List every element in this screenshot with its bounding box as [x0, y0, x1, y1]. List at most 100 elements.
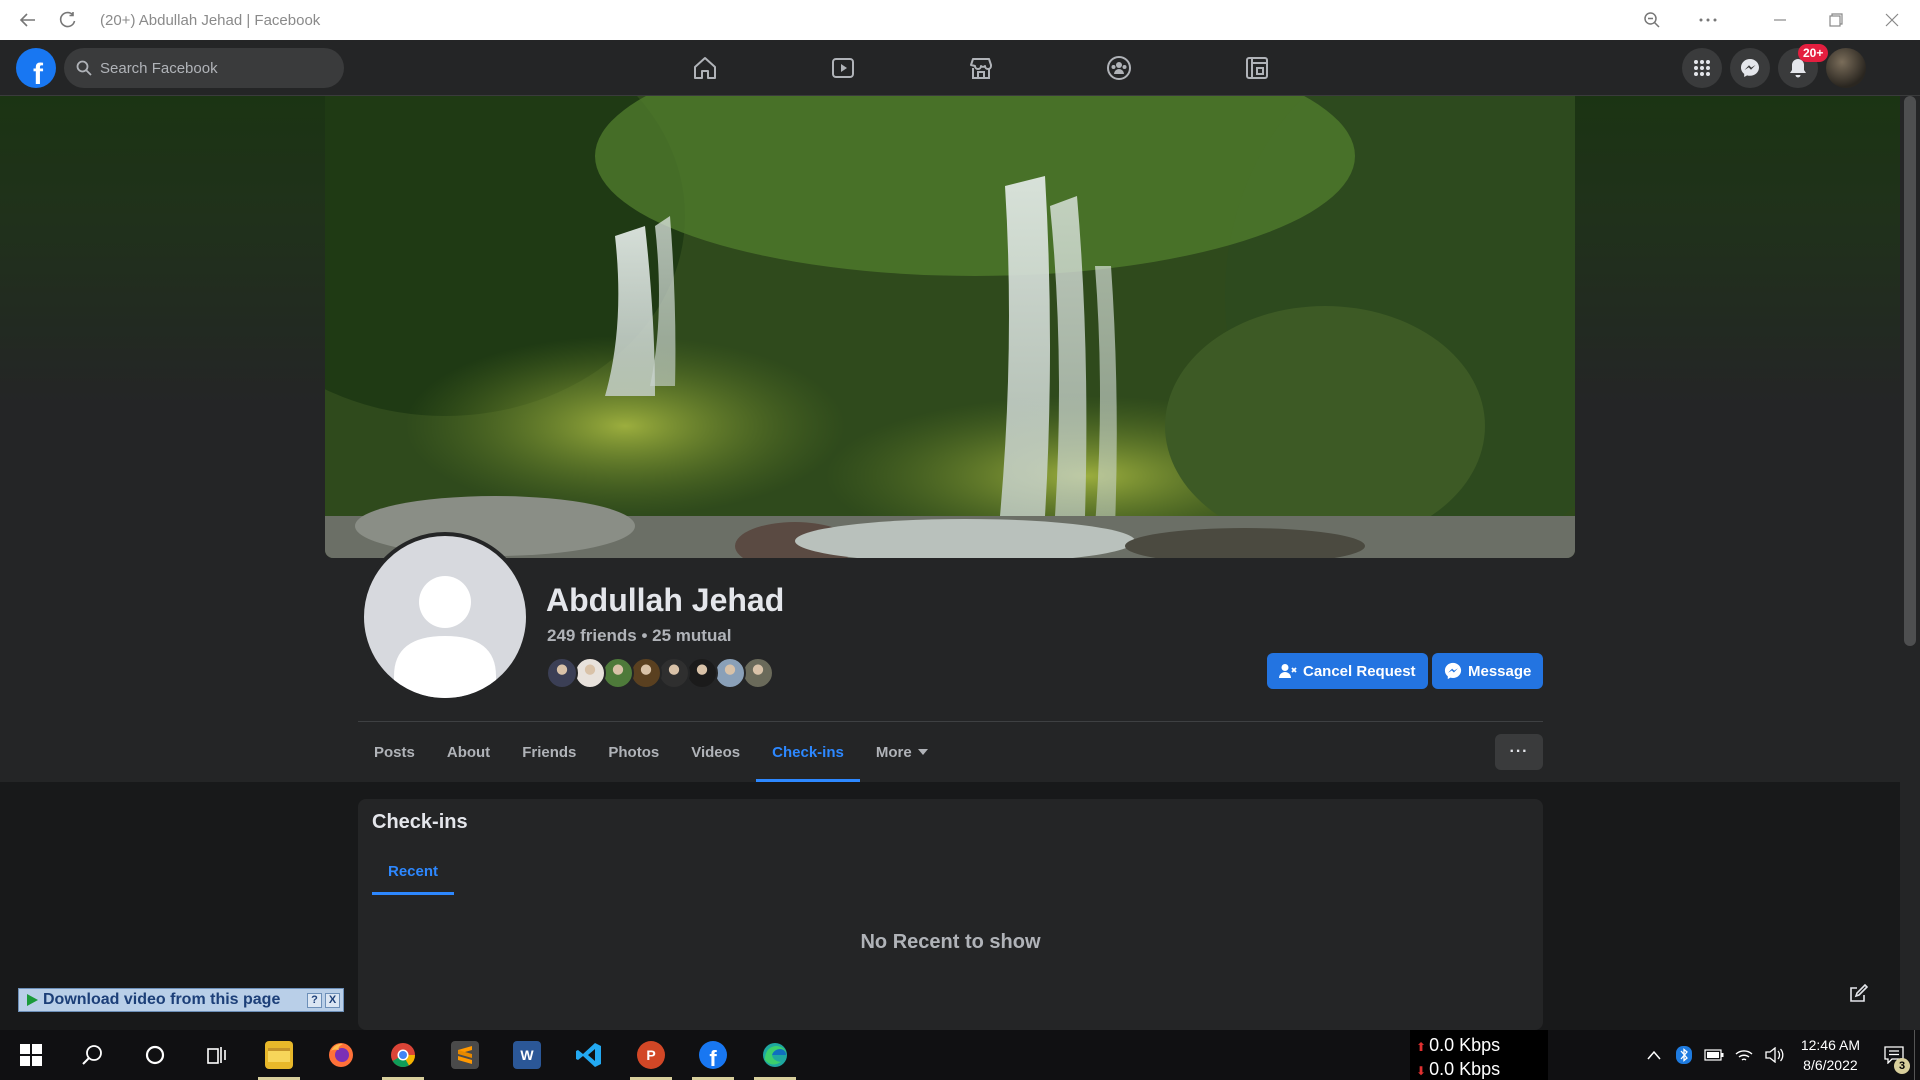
vscode-icon[interactable]: [558, 1030, 620, 1080]
extension-close-button[interactable]: X: [325, 992, 340, 1008]
mutual-friend-avatar[interactable]: [658, 657, 690, 689]
net-download-value: 0.0 Kbps: [1429, 1059, 1501, 1079]
new-message-compose-icon[interactable]: [1838, 974, 1878, 1014]
scrollbar-thumb[interactable]: [1904, 96, 1916, 646]
download-arrow-icon: ⬇: [1416, 1064, 1427, 1078]
tab-check-ins[interactable]: Check-ins: [756, 722, 860, 782]
facebook-logo-letter: f: [33, 58, 43, 88]
network-speed-widget: ⬆ 0.0 Kbps ⬇ 0.0 Kbps: [1410, 1030, 1548, 1080]
tab-more[interactable]: More: [860, 722, 944, 782]
empty-state-message: No Recent to show: [860, 931, 1041, 953]
battery-icon[interactable]: [1699, 1049, 1729, 1061]
nav-right-actions: 20+: [1682, 44, 1866, 88]
facebook-icon[interactable]: f: [682, 1030, 744, 1080]
gaming-icon[interactable]: [1188, 40, 1326, 96]
task-view-icon[interactable]: [186, 1030, 248, 1080]
messenger-icon[interactable]: [1730, 48, 1770, 88]
play-arrow-icon: [27, 994, 38, 1006]
powerpoint-icon[interactable]: P: [620, 1030, 682, 1080]
cover-photo[interactable]: [325, 96, 1575, 558]
tab-about[interactable]: About: [431, 722, 506, 782]
net-upload: ⬆ 0.0 Kbps: [1416, 1034, 1548, 1058]
check-ins-panel: Check-ins Recent No Recent to show: [358, 799, 1543, 1030]
marketplace-icon[interactable]: [912, 40, 1050, 96]
mutual-friend-avatar[interactable]: [630, 657, 662, 689]
sublime-text-icon[interactable]: [434, 1030, 496, 1080]
mutual-friend-avatar[interactable]: [742, 657, 774, 689]
wifi-icon[interactable]: [1729, 1047, 1759, 1063]
mutual-friend-avatar[interactable]: [714, 657, 746, 689]
mutual-friend-avatar[interactable]: [574, 657, 606, 689]
edge-icon[interactable]: [744, 1030, 806, 1080]
tab-more-label: More: [875, 743, 912, 761]
windows-taskbar: W P f: [0, 1030, 1920, 1080]
facebook-navbar: f 20+: [0, 40, 1920, 96]
search-input[interactable]: [100, 59, 320, 77]
mutual-friend-avatars: [546, 657, 774, 689]
account-avatar[interactable]: [1826, 48, 1866, 88]
nav-tabs: [636, 40, 1326, 96]
menu-grid-icon[interactable]: [1682, 48, 1722, 88]
bell-icon[interactable]: 20+: [1778, 44, 1829, 88]
mutual-friend-avatar[interactable]: [546, 657, 578, 689]
profile-picture[interactable]: [360, 532, 530, 702]
friends-count[interactable]: 249 friends • 25 mutual: [547, 626, 732, 646]
message-label: Message: [1468, 662, 1532, 680]
tab-friends[interactable]: Friends: [506, 722, 592, 782]
chevron-up-icon[interactable]: [1639, 1050, 1669, 1060]
action-center-icon[interactable]: 3: [1874, 1030, 1914, 1080]
system-clock[interactable]: 12:46 AM 8/6/2022: [1801, 1035, 1860, 1075]
mutual-friend-avatar[interactable]: [686, 657, 718, 689]
volume-icon[interactable]: [1759, 1047, 1789, 1063]
subtab-recent[interactable]: Recent: [372, 851, 454, 895]
download-video-button[interactable]: Download video from this page: [19, 991, 307, 1009]
restore-icon[interactable]: [1808, 0, 1864, 40]
chrome-icon[interactable]: [372, 1030, 434, 1080]
system-tray: 12:46 AM 8/6/2022 3: [1639, 1030, 1920, 1080]
action-center-count: 3: [1894, 1058, 1910, 1074]
tab-photos[interactable]: Photos: [592, 722, 675, 782]
mutual-friend-avatar[interactable]: [602, 657, 634, 689]
search-icon: [76, 60, 92, 76]
zoom-icon[interactable]: [1624, 0, 1680, 40]
close-icon[interactable]: [1864, 0, 1920, 40]
tab-posts[interactable]: Posts: [358, 722, 431, 782]
watch-icon[interactable]: [774, 40, 912, 96]
cancel-request-button[interactable]: Cancel Request: [1267, 653, 1428, 689]
tab-videos[interactable]: Videos: [675, 722, 756, 782]
upload-arrow-icon: ⬆: [1416, 1040, 1427, 1054]
clock-time: 12:46 AM: [1800, 1037, 1860, 1053]
net-upload-value: 0.0 Kbps: [1429, 1035, 1501, 1055]
message-button[interactable]: Message: [1432, 653, 1544, 689]
show-desktop-button[interactable]: [1914, 1030, 1920, 1080]
minimize-icon[interactable]: [1752, 0, 1808, 40]
download-video-label: Download video from this page: [43, 991, 281, 1008]
clock-date: 8/6/2022: [1803, 1057, 1858, 1073]
back-icon[interactable]: [8, 0, 48, 40]
cortana-icon[interactable]: [124, 1030, 186, 1080]
caret-down-icon: [917, 749, 928, 755]
refresh-icon[interactable]: [48, 0, 88, 40]
profile-tabs: Posts About Friends Photos Videos Check-…: [358, 722, 944, 782]
more-icon[interactable]: [1680, 0, 1736, 40]
groups-icon[interactable]: [1050, 40, 1188, 96]
word-icon[interactable]: W: [496, 1030, 558, 1080]
profile-name: Abdullah Jehad: [546, 582, 785, 618]
search-icon[interactable]: [62, 1030, 124, 1080]
profile-more-options-button[interactable]: ···: [1495, 734, 1543, 770]
windows-start-icon[interactable]: [0, 1030, 62, 1080]
browser-page-title: (20+) Abdullah Jehad | Facebook: [100, 11, 321, 29]
file-explorer-icon[interactable]: [248, 1030, 310, 1080]
firefox-icon[interactable]: [310, 1030, 372, 1080]
bluetooth-icon[interactable]: [1669, 1046, 1699, 1064]
search-box[interactable]: [64, 48, 344, 88]
facebook-logo[interactable]: f: [16, 48, 56, 88]
extension-help-button[interactable]: ?: [307, 992, 322, 1008]
page-scrollbar[interactable]: [1900, 96, 1920, 1030]
cancel-request-label: Cancel Request: [1303, 662, 1416, 680]
notification-badge: 20+: [1798, 44, 1829, 62]
cancel-friend-icon: [1279, 664, 1297, 678]
net-download: ⬇ 0.0 Kbps: [1416, 1058, 1548, 1080]
home-icon[interactable]: [636, 40, 774, 96]
panel-title: Check-ins: [372, 811, 468, 833]
